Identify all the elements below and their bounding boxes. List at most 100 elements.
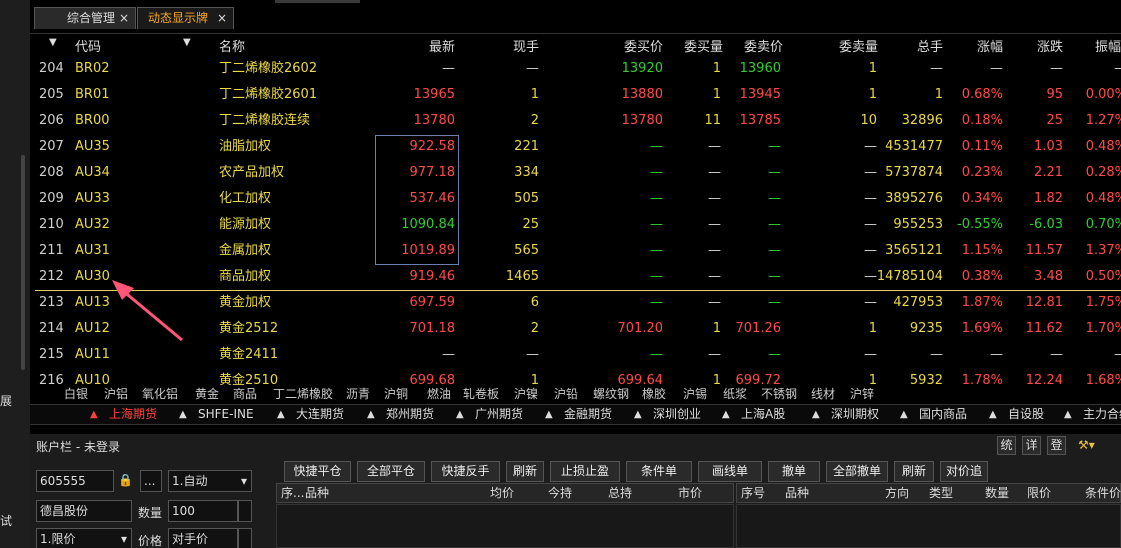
order-col[interactable]: 类型 bbox=[929, 484, 953, 502]
action-button[interactable]: 快捷反手 bbox=[431, 461, 500, 482]
col-bidv[interactable]: 委买量 bbox=[663, 36, 723, 55]
position-col[interactable]: 今持 bbox=[517, 484, 572, 502]
category-item[interactable]: 沪锌 bbox=[850, 385, 874, 404]
category-item[interactable]: 黄金 bbox=[195, 385, 219, 404]
table-row[interactable]: 215AU11黄金2411—————————— bbox=[35, 342, 1121, 368]
category-item[interactable]: 商品 bbox=[233, 385, 257, 404]
col-name[interactable]: 名称 bbox=[219, 36, 245, 55]
lock-icon[interactable]: 🔒 bbox=[118, 473, 133, 487]
col-pct[interactable]: 涨幅 bbox=[955, 36, 1003, 55]
order-col[interactable]: 品种 bbox=[785, 484, 809, 502]
market-tab[interactable]: 自设股 bbox=[1008, 405, 1044, 424]
table-row[interactable]: 208 AU34 农产品加权 977.18 334— — — —5737874 0.23% 2.2… bbox=[35, 160, 1121, 186]
qty-input[interactable]: 100 bbox=[168, 500, 238, 522]
tab-zonghe[interactable]: 综合管理 × bbox=[34, 7, 136, 29]
sort-icon[interactable]: ▼ bbox=[49, 37, 57, 48]
market-tab[interactable]: 郑州期货 bbox=[386, 405, 434, 424]
position-col[interactable]: 总持 bbox=[577, 484, 632, 502]
col-askv[interactable]: 委卖量 bbox=[815, 36, 878, 55]
table-row[interactable]: 210 AU32 能源加权 1090.84 25— — — —955253 -0.55% -6.0… bbox=[35, 212, 1121, 238]
table-row[interactable]: 212 AU30 商品加权 919.46 1465— — — —14785104 0.38% 3.… bbox=[35, 264, 1121, 290]
market-tab[interactable]: 上海A股 bbox=[741, 405, 785, 424]
category-item[interactable]: 丁二烯橡胶 bbox=[273, 385, 333, 404]
order-col[interactable]: 序号 bbox=[741, 484, 765, 502]
qty-stepper[interactable] bbox=[238, 500, 252, 522]
pin-icon[interactable]: ▼ bbox=[183, 37, 191, 48]
market-tab[interactable]: SHFE-INE bbox=[198, 405, 254, 424]
order-col[interactable]: 限价 bbox=[1027, 484, 1051, 502]
market-tab[interactable]: 金融期货 bbox=[564, 405, 612, 424]
category-item[interactable]: 白银 bbox=[64, 385, 88, 404]
tool-icon[interactable]: ⚒▾ bbox=[1078, 438, 1095, 452]
price-input[interactable]: 对手价 bbox=[168, 528, 238, 548]
action-button[interactable]: 刷新 bbox=[506, 461, 544, 482]
category-item[interactable]: 沪铝 bbox=[104, 385, 128, 404]
order-col[interactable]: 方向 bbox=[885, 484, 909, 502]
action-button[interactable]: 画线单 bbox=[698, 461, 762, 482]
login-button[interactable]: 登 bbox=[1047, 436, 1066, 455]
table-row[interactable]: 207 AU35 油脂加权 922.58 221— — — —4531477 0.11% 1.03… bbox=[35, 134, 1121, 160]
category-item[interactable]: 不锈钢 bbox=[761, 385, 797, 404]
category-item[interactable]: 线材 bbox=[811, 385, 835, 404]
action-button[interactable]: 全部撤单 bbox=[826, 461, 888, 482]
more-button[interactable]: ... bbox=[140, 470, 162, 492]
action-button[interactable]: 对价追 bbox=[940, 461, 988, 482]
table-row[interactable]: 213 AU13 黄金加权 697.59 6— — — —427953 1.87% 12.81 1.… bbox=[35, 290, 1121, 316]
mode-select[interactable]: 1.自动 ▾ bbox=[168, 470, 252, 492]
market-tab[interactable]: 上海期货 bbox=[109, 405, 157, 424]
category-item[interactable]: 纸浆 bbox=[723, 385, 747, 404]
order-type-select[interactable]: 1.限价 ▾ bbox=[36, 528, 132, 548]
stat-button[interactable]: 统 bbox=[997, 436, 1016, 455]
price-stepper[interactable] bbox=[238, 528, 252, 548]
col-last[interactable]: 最新 bbox=[395, 36, 455, 55]
table-row[interactable]: 209 AU33 化工加权 537.46 505— — — —3895276 0.34% 1.82… bbox=[35, 186, 1121, 212]
category-item[interactable]: 燃油 bbox=[427, 385, 451, 404]
market-tab[interactable]: 广州期货 bbox=[475, 405, 523, 424]
col-vol[interactable]: 总手 bbox=[885, 36, 943, 55]
category-item[interactable]: 氧化铝 bbox=[142, 385, 178, 404]
market-tab[interactable]: 深圳期权 bbox=[831, 405, 879, 424]
position-col[interactable]: 均价 bbox=[459, 484, 514, 502]
market-tab[interactable]: 主力合约 bbox=[1083, 405, 1121, 424]
col-amp[interactable]: 振幅 bbox=[1095, 36, 1121, 55]
table-row[interactable]: 205 BR01 丁二烯橡胶2601 13965 1 13880 1 13945 1 1 0.68%… bbox=[35, 82, 1121, 108]
position-col[interactable]: 序... bbox=[281, 484, 305, 502]
close-icon[interactable]: × bbox=[217, 8, 227, 28]
close-icon[interactable]: × bbox=[119, 8, 129, 28]
action-button[interactable]: 撤单 bbox=[768, 461, 820, 482]
action-button[interactable]: 刷新 bbox=[894, 461, 934, 482]
col-ask[interactable]: 委卖价 bbox=[723, 36, 783, 55]
market-tab[interactable]: 国内商品 bbox=[919, 405, 967, 424]
category-item[interactable]: 螺纹钢 bbox=[593, 385, 629, 404]
detail-button[interactable]: 详 bbox=[1022, 436, 1041, 455]
action-button[interactable]: 快捷平仓 bbox=[284, 461, 351, 482]
tab-dongtai[interactable]: 动态显示牌 × bbox=[137, 7, 234, 29]
col-code[interactable]: 代码 bbox=[75, 36, 101, 55]
order-col[interactable]: 数量 bbox=[985, 484, 1009, 502]
position-col[interactable]: 市价 bbox=[647, 484, 702, 502]
action-button[interactable]: 止损止盈 bbox=[550, 461, 620, 482]
market-tab[interactable]: 深圳创业 bbox=[653, 405, 701, 424]
action-button[interactable]: 条件单 bbox=[626, 461, 692, 482]
code-input[interactable]: 605555 bbox=[36, 470, 114, 492]
market-tab[interactable]: 大连期货 bbox=[296, 405, 344, 424]
category-item[interactable]: 沪铜 bbox=[384, 385, 408, 404]
table-row[interactable]: 214 AU12 黄金2512 701.18 2 701.20 1 701.26 1 9235 1.… bbox=[35, 316, 1121, 342]
col-chg[interactable]: 涨跌 bbox=[1015, 36, 1063, 55]
order-col[interactable]: 条件价 bbox=[1085, 484, 1121, 502]
sidebar-scrollbar[interactable] bbox=[21, 155, 25, 370]
category-item[interactable]: 沪锡 bbox=[683, 385, 707, 404]
category-item[interactable]: 沪镍 bbox=[514, 385, 538, 404]
table-row[interactable]: 211 AU31 金属加权 1019.89 565— — — —3565121 1.15% 11.… bbox=[35, 238, 1121, 264]
category-item[interactable]: 沥青 bbox=[346, 385, 370, 404]
category-item[interactable]: 橡胶 bbox=[642, 385, 666, 404]
table-row[interactable]: 204 BR02 丁二烯橡胶2602 — — 13920 1 13960 1 — — — — bbox=[35, 56, 1121, 82]
category-item[interactable]: 轧卷板 bbox=[463, 385, 499, 404]
position-col[interactable]: 品种 bbox=[305, 484, 385, 502]
table-row[interactable]: 206 BR00 丁二烯橡胶连续 13780 2 13780 11 13785 10 32896 0… bbox=[35, 108, 1121, 134]
category-item[interactable]: 沪铅 bbox=[554, 385, 578, 404]
col-cur[interactable]: 现手 bbox=[479, 36, 539, 55]
col-bid[interactable]: 委买价 bbox=[595, 36, 663, 55]
action-button[interactable]: 全部平仓 bbox=[357, 461, 425, 482]
table-row[interactable]: 216 AU10 黄金2510 699.68 1 699.64 1 699.72 1 5932 1.… bbox=[35, 368, 1121, 386]
